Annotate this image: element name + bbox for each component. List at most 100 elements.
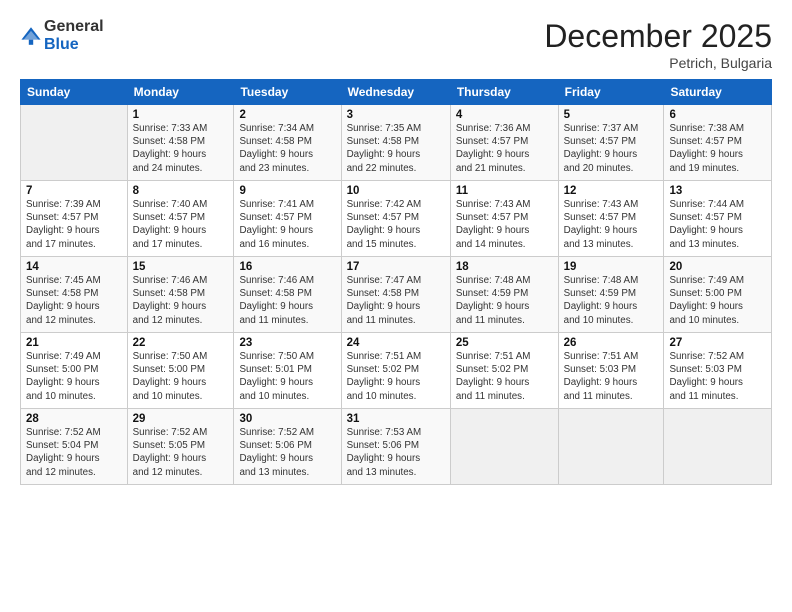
calendar-cell: 26Sunrise: 7:51 AM Sunset: 5:03 PM Dayli… bbox=[558, 333, 664, 409]
calendar-cell: 1Sunrise: 7:33 AM Sunset: 4:58 PM Daylig… bbox=[127, 105, 234, 181]
calendar-cell: 20Sunrise: 7:49 AM Sunset: 5:00 PM Dayli… bbox=[664, 257, 772, 333]
calendar-week-1: 1Sunrise: 7:33 AM Sunset: 4:58 PM Daylig… bbox=[21, 105, 772, 181]
calendar-cell: 25Sunrise: 7:51 AM Sunset: 5:02 PM Dayli… bbox=[450, 333, 558, 409]
day-info: Sunrise: 7:48 AM Sunset: 4:59 PM Dayligh… bbox=[456, 274, 553, 327]
calendar-body: 1Sunrise: 7:33 AM Sunset: 4:58 PM Daylig… bbox=[21, 105, 772, 485]
day-info: Sunrise: 7:49 AM Sunset: 5:00 PM Dayligh… bbox=[26, 350, 122, 403]
day-number: 28 bbox=[26, 413, 122, 425]
calendar-cell: 19Sunrise: 7:48 AM Sunset: 4:59 PM Dayli… bbox=[558, 257, 664, 333]
calendar-cell: 31Sunrise: 7:53 AM Sunset: 5:06 PM Dayli… bbox=[341, 409, 450, 485]
day-number: 17 bbox=[347, 261, 445, 273]
day-info: Sunrise: 7:37 AM Sunset: 4:57 PM Dayligh… bbox=[564, 122, 659, 175]
calendar-cell: 22Sunrise: 7:50 AM Sunset: 5:00 PM Dayli… bbox=[127, 333, 234, 409]
day-number: 4 bbox=[456, 109, 553, 121]
day-info: Sunrise: 7:53 AM Sunset: 5:06 PM Dayligh… bbox=[347, 426, 445, 479]
day-info: Sunrise: 7:44 AM Sunset: 4:57 PM Dayligh… bbox=[669, 198, 766, 251]
logo-general-text: General bbox=[44, 18, 104, 36]
day-number: 27 bbox=[669, 337, 766, 349]
day-number: 29 bbox=[133, 413, 229, 425]
calendar-cell: 30Sunrise: 7:52 AM Sunset: 5:06 PM Dayli… bbox=[234, 409, 341, 485]
day-number: 12 bbox=[564, 185, 659, 197]
calendar-cell: 4Sunrise: 7:36 AM Sunset: 4:57 PM Daylig… bbox=[450, 105, 558, 181]
weekday-header-thursday: Thursday bbox=[450, 80, 558, 105]
day-info: Sunrise: 7:47 AM Sunset: 4:58 PM Dayligh… bbox=[347, 274, 445, 327]
day-info: Sunrise: 7:33 AM Sunset: 4:58 PM Dayligh… bbox=[133, 122, 229, 175]
day-info: Sunrise: 7:51 AM Sunset: 5:03 PM Dayligh… bbox=[564, 350, 659, 403]
day-info: Sunrise: 7:35 AM Sunset: 4:58 PM Dayligh… bbox=[347, 122, 445, 175]
calendar-cell: 16Sunrise: 7:46 AM Sunset: 4:58 PM Dayli… bbox=[234, 257, 341, 333]
calendar-cell bbox=[450, 409, 558, 485]
day-number: 20 bbox=[669, 261, 766, 273]
day-number: 7 bbox=[26, 185, 122, 197]
day-number: 26 bbox=[564, 337, 659, 349]
calendar-cell: 7Sunrise: 7:39 AM Sunset: 4:57 PM Daylig… bbox=[21, 181, 128, 257]
logo: General Blue bbox=[20, 18, 104, 53]
day-number: 5 bbox=[564, 109, 659, 121]
day-info: Sunrise: 7:49 AM Sunset: 5:00 PM Dayligh… bbox=[669, 274, 766, 327]
page-header: General Blue December 2025 Petrich, Bulg… bbox=[20, 18, 772, 71]
calendar-week-3: 14Sunrise: 7:45 AM Sunset: 4:58 PM Dayli… bbox=[21, 257, 772, 333]
calendar-week-5: 28Sunrise: 7:52 AM Sunset: 5:04 PM Dayli… bbox=[21, 409, 772, 485]
day-info: Sunrise: 7:46 AM Sunset: 4:58 PM Dayligh… bbox=[239, 274, 335, 327]
day-info: Sunrise: 7:41 AM Sunset: 4:57 PM Dayligh… bbox=[239, 198, 335, 251]
calendar-cell: 14Sunrise: 7:45 AM Sunset: 4:58 PM Dayli… bbox=[21, 257, 128, 333]
day-number: 22 bbox=[133, 337, 229, 349]
weekday-header-saturday: Saturday bbox=[664, 80, 772, 105]
day-info: Sunrise: 7:38 AM Sunset: 4:57 PM Dayligh… bbox=[669, 122, 766, 175]
day-number: 30 bbox=[239, 413, 335, 425]
day-number: 15 bbox=[133, 261, 229, 273]
calendar-cell: 18Sunrise: 7:48 AM Sunset: 4:59 PM Dayli… bbox=[450, 257, 558, 333]
day-number: 8 bbox=[133, 185, 229, 197]
calendar-table: SundayMondayTuesdayWednesdayThursdayFrid… bbox=[20, 79, 772, 485]
calendar-cell: 15Sunrise: 7:46 AM Sunset: 4:58 PM Dayli… bbox=[127, 257, 234, 333]
day-info: Sunrise: 7:39 AM Sunset: 4:57 PM Dayligh… bbox=[26, 198, 122, 251]
calendar-cell bbox=[558, 409, 664, 485]
logo-icon bbox=[20, 25, 42, 47]
day-info: Sunrise: 7:52 AM Sunset: 5:03 PM Dayligh… bbox=[669, 350, 766, 403]
day-info: Sunrise: 7:42 AM Sunset: 4:57 PM Dayligh… bbox=[347, 198, 445, 251]
day-info: Sunrise: 7:46 AM Sunset: 4:58 PM Dayligh… bbox=[133, 274, 229, 327]
day-number: 18 bbox=[456, 261, 553, 273]
calendar-cell: 9Sunrise: 7:41 AM Sunset: 4:57 PM Daylig… bbox=[234, 181, 341, 257]
day-number: 2 bbox=[239, 109, 335, 121]
day-info: Sunrise: 7:52 AM Sunset: 5:06 PM Dayligh… bbox=[239, 426, 335, 479]
logo-blue-text: Blue bbox=[44, 36, 104, 54]
calendar-cell: 29Sunrise: 7:52 AM Sunset: 5:05 PM Dayli… bbox=[127, 409, 234, 485]
day-number: 31 bbox=[347, 413, 445, 425]
day-info: Sunrise: 7:50 AM Sunset: 5:00 PM Dayligh… bbox=[133, 350, 229, 403]
calendar-cell bbox=[21, 105, 128, 181]
day-info: Sunrise: 7:43 AM Sunset: 4:57 PM Dayligh… bbox=[564, 198, 659, 251]
day-number: 25 bbox=[456, 337, 553, 349]
location-subtitle: Petrich, Bulgaria bbox=[544, 55, 772, 71]
weekday-header-row: SundayMondayTuesdayWednesdayThursdayFrid… bbox=[21, 80, 772, 105]
calendar-cell: 28Sunrise: 7:52 AM Sunset: 5:04 PM Dayli… bbox=[21, 409, 128, 485]
day-number: 16 bbox=[239, 261, 335, 273]
day-info: Sunrise: 7:48 AM Sunset: 4:59 PM Dayligh… bbox=[564, 274, 659, 327]
day-number: 6 bbox=[669, 109, 766, 121]
day-number: 21 bbox=[26, 337, 122, 349]
day-info: Sunrise: 7:45 AM Sunset: 4:58 PM Dayligh… bbox=[26, 274, 122, 327]
title-block: December 2025 Petrich, Bulgaria bbox=[544, 18, 772, 71]
calendar-cell: 2Sunrise: 7:34 AM Sunset: 4:58 PM Daylig… bbox=[234, 105, 341, 181]
day-number: 24 bbox=[347, 337, 445, 349]
day-info: Sunrise: 7:51 AM Sunset: 5:02 PM Dayligh… bbox=[456, 350, 553, 403]
weekday-header-sunday: Sunday bbox=[21, 80, 128, 105]
day-info: Sunrise: 7:36 AM Sunset: 4:57 PM Dayligh… bbox=[456, 122, 553, 175]
day-number: 11 bbox=[456, 185, 553, 197]
calendar-cell: 10Sunrise: 7:42 AM Sunset: 4:57 PM Dayli… bbox=[341, 181, 450, 257]
calendar-cell bbox=[664, 409, 772, 485]
day-info: Sunrise: 7:40 AM Sunset: 4:57 PM Dayligh… bbox=[133, 198, 229, 251]
day-number: 9 bbox=[239, 185, 335, 197]
day-number: 3 bbox=[347, 109, 445, 121]
calendar-cell: 21Sunrise: 7:49 AM Sunset: 5:00 PM Dayli… bbox=[21, 333, 128, 409]
day-number: 14 bbox=[26, 261, 122, 273]
day-info: Sunrise: 7:51 AM Sunset: 5:02 PM Dayligh… bbox=[347, 350, 445, 403]
calendar-cell: 27Sunrise: 7:52 AM Sunset: 5:03 PM Dayli… bbox=[664, 333, 772, 409]
calendar-cell: 24Sunrise: 7:51 AM Sunset: 5:02 PM Dayli… bbox=[341, 333, 450, 409]
calendar-cell: 13Sunrise: 7:44 AM Sunset: 4:57 PM Dayli… bbox=[664, 181, 772, 257]
calendar-cell: 11Sunrise: 7:43 AM Sunset: 4:57 PM Dayli… bbox=[450, 181, 558, 257]
weekday-header-tuesday: Tuesday bbox=[234, 80, 341, 105]
calendar-cell: 12Sunrise: 7:43 AM Sunset: 4:57 PM Dayli… bbox=[558, 181, 664, 257]
day-number: 13 bbox=[669, 185, 766, 197]
calendar-cell: 5Sunrise: 7:37 AM Sunset: 4:57 PM Daylig… bbox=[558, 105, 664, 181]
